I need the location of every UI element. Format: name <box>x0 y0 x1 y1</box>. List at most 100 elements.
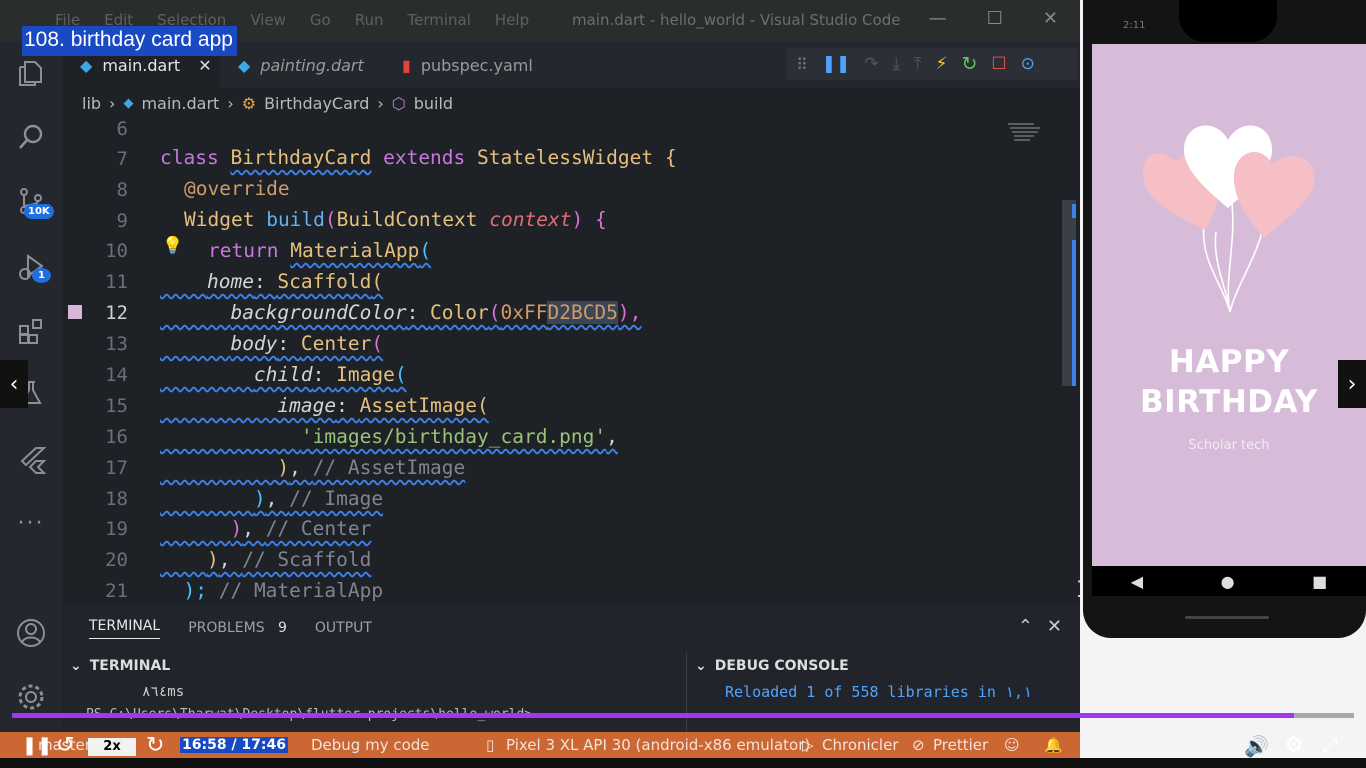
close-window-icon[interactable]: ✕ <box>1043 8 1058 29</box>
line-number: 11 <box>105 271 128 293</box>
flutter-icon[interactable] <box>0 434 62 484</box>
fullscreen-icon[interactable]: ⤢ <box>1322 733 1338 757</box>
line-number: 6 <box>116 118 128 140</box>
class-icon: ⚙ <box>241 93 257 113</box>
paren: ) <box>277 456 290 479</box>
close-tab-icon[interactable]: ✕ <box>198 56 211 75</box>
drag-handle-icon[interactable]: ⠿ <box>796 55 808 74</box>
property: body <box>230 332 278 355</box>
rewind-icon[interactable]: ↺ <box>56 733 74 758</box>
chevron-right-icon: › <box>1347 371 1357 397</box>
selected-text: D2BCD5 <box>547 301 618 324</box>
keyword: class <box>160 146 219 169</box>
previous-lecture-button[interactable]: ‹ <box>0 360 28 408</box>
class-name: Center <box>300 332 372 355</box>
account-icon[interactable] <box>0 608 62 658</box>
pause-icon[interactable]: ❚❚ <box>822 54 851 74</box>
run-badge: 1 <box>32 268 51 283</box>
line-number: 17 <box>105 457 128 479</box>
restart-icon[interactable]: ↻ <box>961 53 977 75</box>
type: BuildContext <box>336 208 478 231</box>
code-editor[interactable]: 6 7 8 9 10 11 12 13 14 15 16 17 18 19 20… <box>62 118 1080 604</box>
breadcrumb-method[interactable]: build <box>414 94 453 113</box>
forward-icon[interactable]: ↻ <box>146 733 164 758</box>
tab-pubspec-yaml[interactable]: ▮ pubspec.yaml <box>384 42 560 88</box>
video-progress-fill <box>12 713 1294 718</box>
tab-terminal[interactable]: TERMINAL <box>89 618 161 639</box>
inspect-icon[interactable]: ⊙ <box>1021 54 1035 74</box>
debug-console-section[interactable]: ⌄ DEBUG CONSOLE Reloaded 1 of 558 librari… <box>686 652 1080 732</box>
step-out-icon[interactable]: ⤒ <box>914 54 922 74</box>
close-panel-icon[interactable]: ✕ <box>1047 616 1062 637</box>
stop-icon[interactable]: ☐ <box>991 54 1006 74</box>
back-icon[interactable]: ◀ <box>1131 572 1143 591</box>
minimap[interactable] <box>1004 120 1048 150</box>
minimize-icon[interactable]: — <box>929 8 947 29</box>
menu-run[interactable]: Run <box>355 11 384 29</box>
code-line: ); // MaterialApp <box>160 579 383 602</box>
birthday-text: BIRTHDAY <box>1140 384 1318 420</box>
home-icon[interactable]: ● <box>1221 572 1235 591</box>
code-line: @override <box>184 177 290 200</box>
dart-file-icon: ◆ <box>123 95 134 111</box>
step-over-icon[interactable]: ↷ <box>864 54 878 74</box>
class-name: Color <box>430 301 489 324</box>
tab-painting-dart[interactable]: ◆ painting.dart <box>220 42 382 88</box>
property: home <box>206 270 254 293</box>
editor-scrollbar[interactable] <box>1062 120 1076 600</box>
breadcrumb-separator: › <box>109 93 116 113</box>
more-icon[interactable]: ··· <box>0 498 62 548</box>
breadcrumb-main-dart[interactable]: main.dart <box>141 94 219 113</box>
source-control-icon[interactable]: 10K <box>0 176 62 226</box>
menu-go[interactable]: Go <box>310 11 331 29</box>
keyword: return <box>208 239 279 262</box>
breadcrumb-separator: › <box>377 93 384 113</box>
pause-icon[interactable]: ❚❚ <box>22 735 52 756</box>
chevron-down-icon[interactable]: ⌄ <box>695 658 707 674</box>
lightbulb-icon[interactable]: 💡 <box>162 236 183 256</box>
extensions-icon[interactable] <box>0 306 62 356</box>
breadcrumb-lib[interactable]: lib <box>82 94 101 113</box>
terminal-section[interactable]: ⌄TERMINAL ٨٦٤ms PS C:\Users\Tharwat\Desk… <box>62 652 684 732</box>
code-line: ), // Center <box>230 517 372 540</box>
tab-problems[interactable]: PROBLEMS 9 <box>188 620 287 636</box>
video-progress-bar[interactable] <box>12 713 1354 718</box>
paren: ) <box>230 517 243 540</box>
settings-gear-icon[interactable]: ⚙ <box>1284 733 1304 758</box>
code-line: ), // Image <box>253 487 384 510</box>
paren: ) { <box>571 208 607 231</box>
line-number: 16 <box>105 426 128 448</box>
recents-icon[interactable]: ■ <box>1312 572 1327 591</box>
breadcrumb-class[interactable]: BirthdayCard <box>264 94 369 113</box>
run-debug-icon[interactable]: 1 <box>0 242 62 292</box>
code-line: return MaterialApp( <box>208 239 431 262</box>
code-line: home: Scaffold( <box>206 270 384 293</box>
color-swatch-icon[interactable] <box>68 305 82 319</box>
maximize-icon[interactable]: ☐ <box>987 8 1003 29</box>
parameter: context <box>489 208 572 231</box>
step-into-icon[interactable]: ⤓ <box>892 54 900 74</box>
playback-speed-button[interactable]: 2x <box>88 738 136 756</box>
next-lecture-button[interactable]: › <box>1338 360 1366 408</box>
phone-notch <box>1179 0 1277 42</box>
comment: // Scaffold <box>242 548 372 571</box>
property: child <box>253 363 313 386</box>
type: Widget <box>184 208 255 231</box>
paren: ) <box>206 548 219 571</box>
menu-view[interactable]: View <box>250 11 286 29</box>
chevron-down-icon[interactable]: ⌄ <box>70 658 82 674</box>
volume-icon[interactable]: 🔊 <box>1244 734 1269 758</box>
paren: ) <box>253 487 266 510</box>
property: image <box>277 394 337 417</box>
dart-file-icon: ◆ <box>238 55 251 75</box>
video-controls: ❚❚ ↺ 2x ↻ 16:58 / 17:46 🔊 ⚙ ⤢ <box>0 732 1366 768</box>
hot-reload-icon[interactable]: ⚡ <box>936 54 948 74</box>
tab-label: main.dart <box>102 55 181 75</box>
line-number: 10 <box>105 240 128 262</box>
menu-help[interactable]: Help <box>495 11 529 29</box>
search-icon[interactable] <box>0 112 62 162</box>
tab-output[interactable]: OUTPUT <box>315 620 372 636</box>
maximize-panel-icon[interactable]: ⌃ <box>1018 616 1033 637</box>
tab-label: pubspec.yaml <box>420 55 533 75</box>
menu-terminal[interactable]: Terminal <box>408 11 471 29</box>
